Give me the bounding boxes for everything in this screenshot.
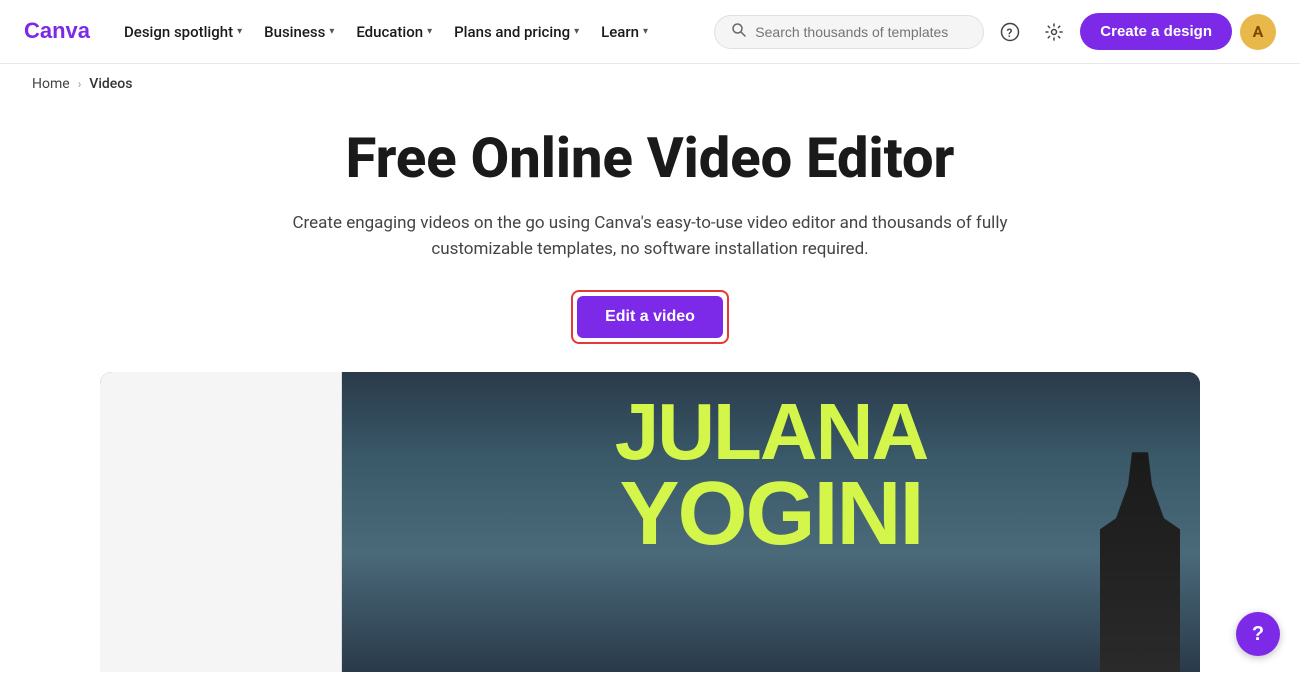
page-title: Free Online Video Editor bbox=[32, 128, 1268, 190]
nav-design-spotlight[interactable]: Design spotlight ▾ bbox=[114, 15, 252, 49]
nav-learn[interactable]: Learn ▾ bbox=[591, 15, 658, 49]
navbar: Canva Design spotlight ▾ Business ▾ Educ… bbox=[0, 0, 1300, 64]
search-icon bbox=[731, 22, 747, 42]
cta-button-wrapper: Edit a video bbox=[571, 290, 729, 344]
create-design-button[interactable]: Create a design bbox=[1080, 13, 1232, 50]
nav-plans-pricing[interactable]: Plans and pricing ▾ bbox=[444, 15, 589, 49]
video-text-overlay: JULANA YOGINI bbox=[385, 392, 1157, 558]
svg-text:Canva: Canva bbox=[24, 18, 91, 43]
breadcrumb-current: Videos bbox=[89, 76, 132, 92]
breadcrumb: Home › Videos bbox=[0, 64, 1300, 104]
video-main-area: JULANA YOGINI bbox=[342, 372, 1200, 672]
help-button[interactable]: ? bbox=[1236, 612, 1280, 656]
editor-left-panel bbox=[100, 372, 342, 672]
nav-business[interactable]: Business ▾ bbox=[254, 15, 344, 49]
search-bar[interactable] bbox=[714, 15, 984, 49]
chevron-down-icon: ▾ bbox=[237, 26, 242, 37]
nav-items: Design spotlight ▾ Business ▾ Education … bbox=[114, 15, 710, 49]
breadcrumb-separator: › bbox=[78, 77, 82, 91]
breadcrumb-home[interactable]: Home bbox=[32, 76, 70, 92]
hero-section: Free Online Video Editor Create engaging… bbox=[0, 104, 1300, 372]
hero-subtitle: Create engaging videos on the go using C… bbox=[270, 210, 1030, 263]
chevron-down-icon: ▾ bbox=[643, 26, 648, 37]
chevron-down-icon: ▾ bbox=[329, 26, 334, 37]
video-title-line1: JULANA bbox=[385, 392, 1157, 472]
search-input[interactable] bbox=[755, 24, 967, 40]
svg-text:?: ? bbox=[1007, 26, 1013, 40]
chevron-down-icon: ▾ bbox=[574, 26, 579, 37]
video-title-line2: YOGINI bbox=[385, 472, 1157, 558]
video-preview: JULANA YOGINI bbox=[100, 372, 1200, 672]
nav-right: ? Create a design A bbox=[714, 13, 1276, 50]
chevron-down-icon: ▾ bbox=[427, 26, 432, 37]
settings-icon-btn[interactable] bbox=[1036, 14, 1072, 50]
canva-logo[interactable]: Canva bbox=[24, 16, 94, 48]
nav-education[interactable]: Education ▾ bbox=[346, 15, 442, 49]
avatar[interactable]: A bbox=[1240, 14, 1276, 50]
help-icon-btn[interactable]: ? bbox=[992, 14, 1028, 50]
edit-video-button[interactable]: Edit a video bbox=[577, 296, 723, 338]
